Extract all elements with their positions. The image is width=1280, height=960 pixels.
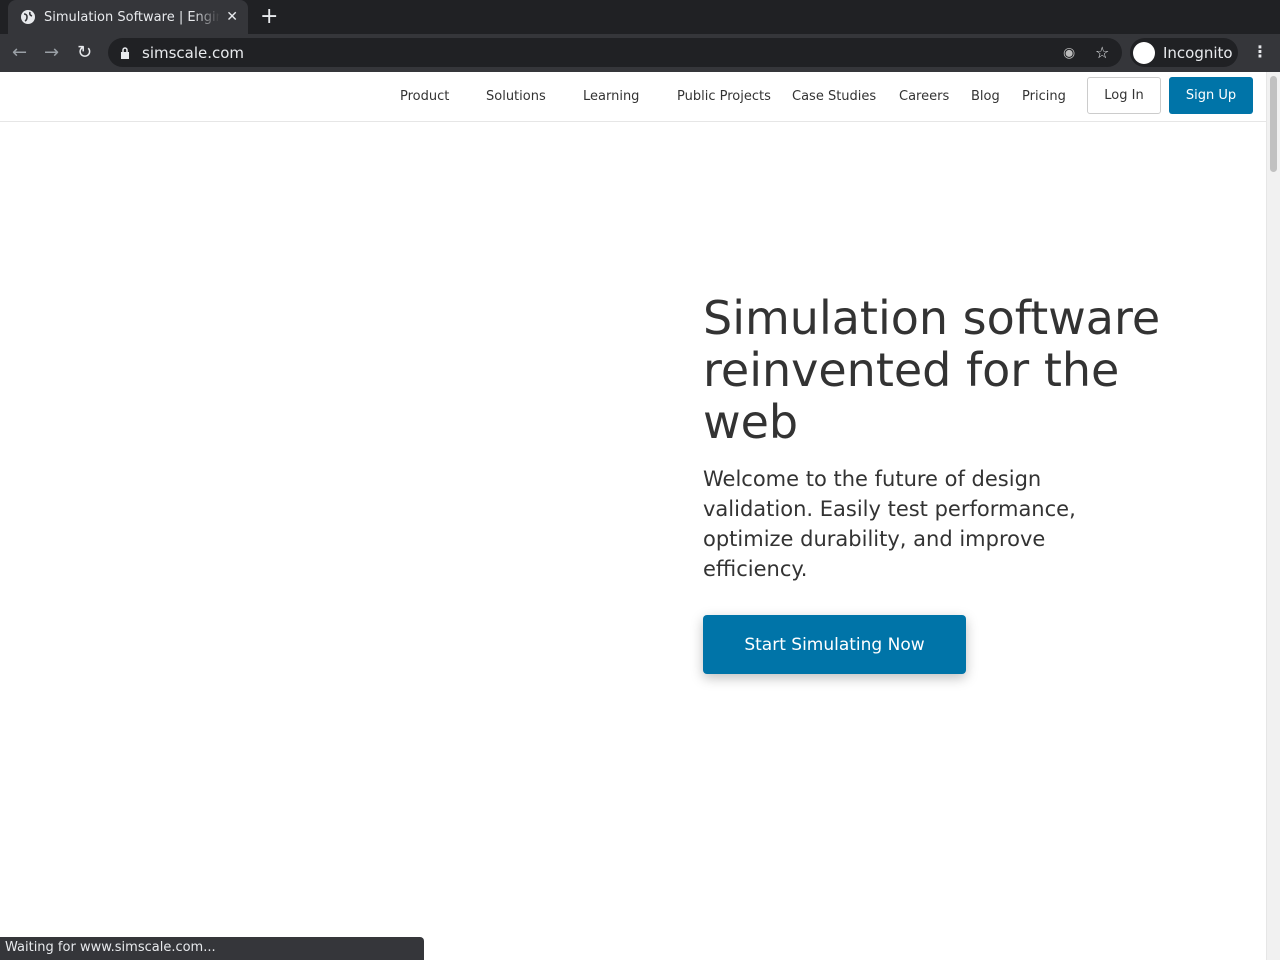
nav-blog[interactable]: Blog xyxy=(971,89,1000,104)
scrollbar-thumb[interactable] xyxy=(1270,76,1277,172)
lock-icon xyxy=(121,46,129,59)
tab-strip: Simulation Software | Engineering in the… xyxy=(0,0,1280,34)
nav-solutions[interactable]: Solutions xyxy=(486,89,546,104)
tab-title: Simulation Software | Engineering in the… xyxy=(44,9,221,25)
reload-icon[interactable]: ↻ xyxy=(77,42,92,63)
page-scrollbar[interactable] xyxy=(1266,72,1280,960)
nav-public-projects[interactable]: Public Projects xyxy=(677,89,771,104)
nav-pricing[interactable]: Pricing xyxy=(1022,89,1066,104)
login-button[interactable]: Log In xyxy=(1087,77,1161,114)
browser-tab[interactable]: Simulation Software | Engineering in the… xyxy=(8,0,248,34)
incognito-badge[interactable]: Incognito xyxy=(1130,38,1238,67)
close-tab-icon[interactable]: ✕ xyxy=(226,9,238,25)
incognito-icon xyxy=(1133,41,1155,64)
browser-menu-icon[interactable]: ⋮ xyxy=(1252,42,1268,61)
nav-learning[interactable]: Learning xyxy=(583,89,639,104)
new-tab-icon[interactable]: + xyxy=(260,4,278,29)
site-navbar: Product Solutions Learning Public Projec… xyxy=(0,72,1266,122)
nav-product[interactable]: Product xyxy=(400,89,449,104)
url-text: simscale.com xyxy=(142,43,245,62)
start-simulating-button[interactable]: Start Simulating Now xyxy=(703,615,966,674)
hero-subtitle: Welcome to the future of design validati… xyxy=(703,467,1076,581)
hero-title: Simulation software reinvented for the w… xyxy=(703,291,1161,449)
incognito-label: Incognito xyxy=(1163,43,1233,62)
address-bar[interactable]: simscale.com ◉ ☆ xyxy=(108,38,1122,67)
globe-icon xyxy=(21,10,35,24)
status-bar: Waiting for www.simscale.com... xyxy=(0,937,424,960)
tracking-eye-icon[interactable]: ◉ xyxy=(1063,45,1075,61)
back-icon[interactable]: ← xyxy=(12,42,27,63)
nav-case-studies[interactable]: Case Studies xyxy=(792,89,876,104)
nav-careers[interactable]: Careers xyxy=(899,89,949,104)
browser-toolbar: ← → ↻ simscale.com ◉ ☆ Incognito ⋮ xyxy=(0,34,1280,72)
bookmark-star-icon[interactable]: ☆ xyxy=(1095,43,1109,62)
forward-icon[interactable]: → xyxy=(44,42,59,63)
signup-button[interactable]: Sign Up xyxy=(1169,77,1253,114)
